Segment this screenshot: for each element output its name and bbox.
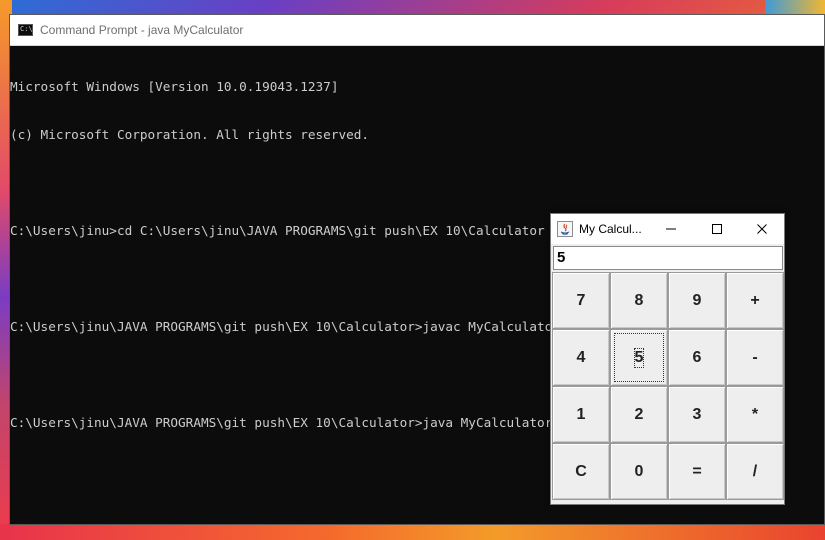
minimize-icon <box>666 228 676 230</box>
console-line: Microsoft Windows [Version 10.0.19043.12… <box>10 79 339 94</box>
close-button[interactable] <box>739 214 785 244</box>
key-6-button[interactable]: 6 <box>668 329 726 386</box>
equals-button[interactable]: = <box>668 443 726 500</box>
calculator-keypad: 7 8 9 + 4 5 6 - 1 2 3 * C 0 = / <box>552 272 784 500</box>
calculator-titlebar[interactable]: My Calcul... <box>551 214 784 244</box>
close-icon <box>757 224 767 234</box>
calculator-display[interactable]: 5 <box>553 246 783 270</box>
minimize-button[interactable] <box>648 214 694 244</box>
maximize-button[interactable] <box>694 214 740 244</box>
key-0-button[interactable]: 0 <box>610 443 668 500</box>
key-4-button[interactable]: 4 <box>552 329 610 386</box>
command-prompt-titlebar[interactable]: C:\ Command Prompt - java MyCalculator <box>10 15 824 46</box>
java-icon <box>557 221 573 237</box>
key-5-button[interactable]: 5 <box>610 329 668 386</box>
divide-button[interactable]: / <box>726 443 784 500</box>
key-7-button[interactable]: 7 <box>552 272 610 329</box>
minus-button[interactable]: - <box>726 329 784 386</box>
key-2-button[interactable]: 2 <box>610 386 668 443</box>
plus-button[interactable]: + <box>726 272 784 329</box>
key-9-button[interactable]: 9 <box>668 272 726 329</box>
calculator-window[interactable]: My Calcul... 5 7 8 9 + 4 5 6 - 1 2 3 * C… <box>550 213 785 505</box>
command-prompt-title: Command Prompt - java MyCalculator <box>40 23 244 37</box>
maximize-icon <box>712 224 722 234</box>
multiply-button[interactable]: * <box>726 386 784 443</box>
key-1-button[interactable]: 1 <box>552 386 610 443</box>
key-8-button[interactable]: 8 <box>610 272 668 329</box>
clear-button[interactable]: C <box>552 443 610 500</box>
cmd-icon: C:\ <box>18 24 33 36</box>
console-line: (c) Microsoft Corporation. All rights re… <box>10 127 370 142</box>
calculator-title: My Calcul... <box>579 222 642 236</box>
desktop-wallpaper-bottom <box>0 524 825 540</box>
key-3-button[interactable]: 3 <box>668 386 726 443</box>
